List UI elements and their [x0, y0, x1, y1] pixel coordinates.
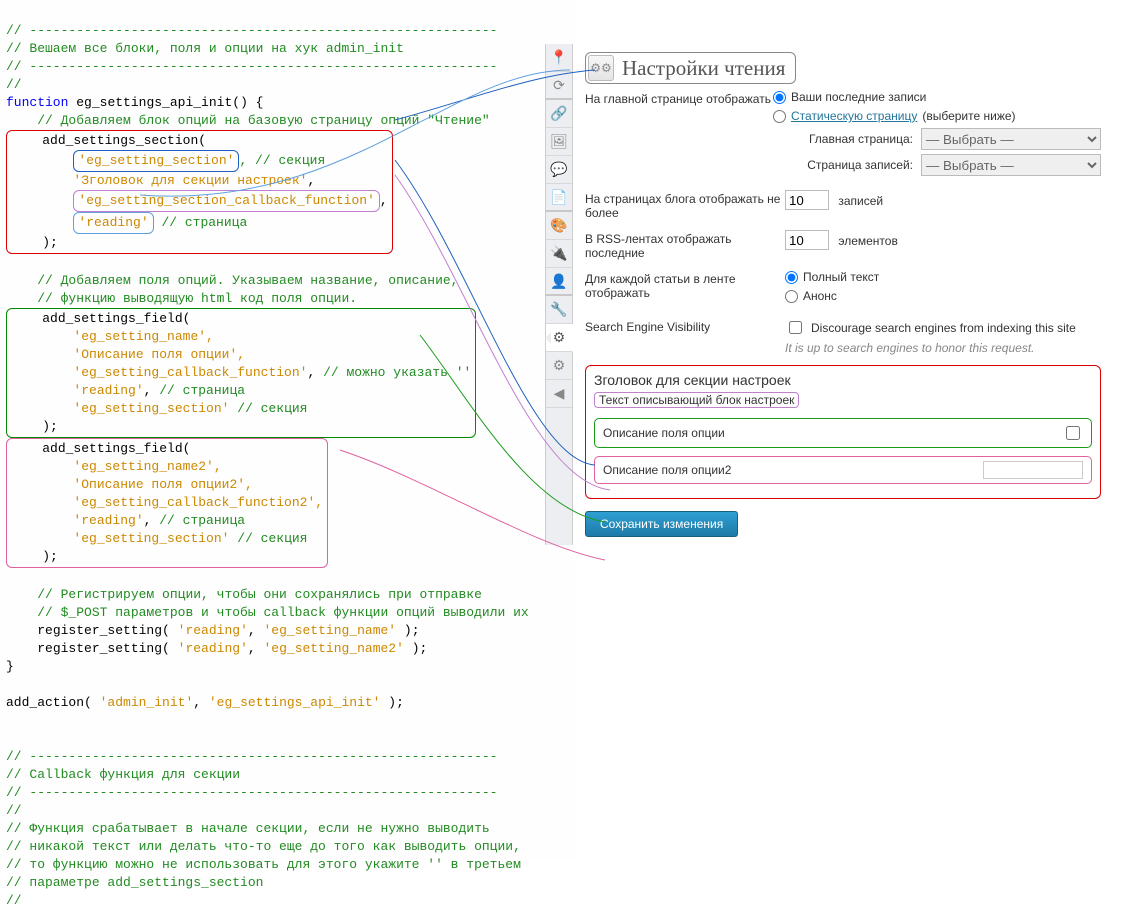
front-page-label: На главной странице отображать: [585, 90, 773, 106]
sidebar-item-settings[interactable]: ⚙: [546, 324, 573, 352]
admin-sidebar: 📍 ⟳ 🔗 🖼 💬 📄 🎨 🔌 👤 🔧 ⚙ ⚙ ◀: [545, 44, 573, 545]
rss-label: В RSS-лентах отображать последние: [585, 230, 785, 260]
posts-page-label: Страница записей:: [773, 158, 913, 172]
sidebar-item-extra[interactable]: ⚙: [546, 352, 572, 380]
posts-page-select[interactable]: — Выбрать —: [921, 154, 1101, 176]
sev-note: It is up to search engines to honor this…: [785, 341, 1101, 355]
option-row-1: Описание поля опции: [594, 418, 1092, 448]
sidebar-item-appearance[interactable]: 🎨: [546, 212, 572, 240]
radio-full-text-label: Полный текст: [803, 270, 879, 284]
code-add-settings-section-block: add_settings_section( 'eg_setting_sectio…: [6, 130, 393, 254]
rss-unit: элементов: [838, 234, 898, 248]
main-page-label: Главная страница:: [773, 132, 913, 146]
radio-latest-posts-label: Ваши последние записи: [791, 90, 926, 104]
radio-static-page-hint: (выберите ниже): [922, 109, 1015, 123]
sev-label: Search Engine Visibility: [585, 318, 785, 334]
section-heading: Зголовок для секции настроек: [594, 372, 1092, 388]
blog-show-input[interactable]: [785, 190, 829, 210]
code-add-settings-field-1: add_settings_field( 'eg_setting_name', '…: [6, 308, 476, 438]
sev-option-label: Discourage search engines from indexing …: [811, 321, 1076, 335]
sidebar-item-plugins[interactable]: 🔌: [546, 240, 572, 268]
radio-full-text[interactable]: [785, 271, 798, 284]
sidebar-item-updates[interactable]: ⟳: [546, 72, 572, 100]
option-2-label: Описание поля опции2: [603, 463, 731, 477]
radio-static-page[interactable]: [773, 110, 786, 123]
main-page-select[interactable]: — Выбрать —: [921, 128, 1101, 150]
page-title: ⚙⚙ Настройки чтения: [585, 52, 796, 84]
radio-latest-posts[interactable]: [773, 91, 786, 104]
radio-static-page-link[interactable]: Статическую страницу: [791, 109, 917, 123]
blog-show-unit: записей: [838, 194, 883, 208]
blog-show-label: На страницах блога отображать не более: [585, 190, 785, 220]
option-1-checkbox[interactable]: [1066, 426, 1080, 440]
admin-content: ⚙⚙ Настройки чтения На главной странице …: [573, 44, 1113, 545]
save-button[interactable]: Сохранить изменения: [585, 511, 738, 537]
custom-settings-section: Зголовок для секции настроек Текст описы…: [585, 365, 1101, 499]
code-add-settings-field-2: add_settings_field( 'eg_setting_name2', …: [6, 438, 328, 568]
sidebar-collapse[interactable]: ◀: [546, 380, 572, 408]
section-description: Текст описывающий блок настроек: [594, 392, 799, 408]
sev-checkbox[interactable]: [789, 321, 802, 334]
settings-icon: ⚙⚙: [588, 55, 614, 81]
page-title-text: Настройки чтения: [622, 56, 785, 81]
feed-each-label: Для каждой статьи в ленте отображать: [585, 270, 785, 300]
option-1-label: Описание поля опции: [603, 426, 725, 440]
sidebar-item-media[interactable]: 🖼: [546, 128, 572, 156]
option-row-2: Описание поля опции2: [594, 456, 1092, 484]
sidebar-item-users[interactable]: 👤: [546, 268, 572, 296]
rss-input[interactable]: [785, 230, 829, 250]
admin-panel: 📍 ⟳ 🔗 🖼 💬 📄 🎨 🔌 👤 🔧 ⚙ ⚙ ◀ ⚙⚙ Настройки ч…: [545, 44, 1113, 545]
sidebar-item-tools[interactable]: 🔧: [546, 296, 572, 324]
sidebar-item-comments[interactable]: 💬: [546, 156, 572, 184]
option-2-input[interactable]: [983, 461, 1083, 479]
sidebar-item-dashboard[interactable]: 📍: [546, 44, 572, 72]
radio-summary[interactable]: [785, 290, 798, 303]
radio-summary-label: Анонс: [803, 289, 837, 303]
sidebar-item-pages[interactable]: 📄: [546, 184, 572, 212]
code-panel: // -------------------------------------…: [0, 0, 575, 860]
sidebar-item-posts[interactable]: 🔗: [546, 100, 572, 128]
